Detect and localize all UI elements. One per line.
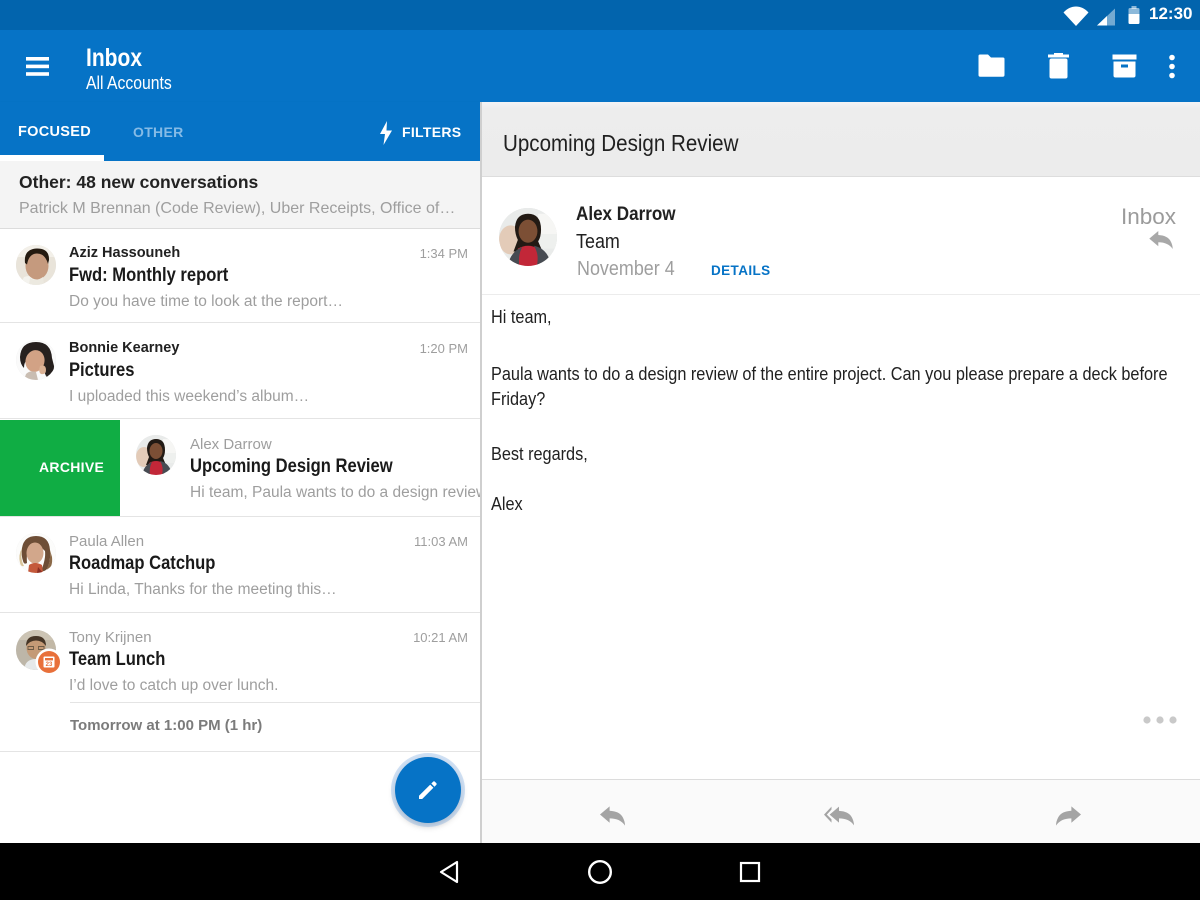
svg-text:23: 23 (46, 662, 53, 668)
